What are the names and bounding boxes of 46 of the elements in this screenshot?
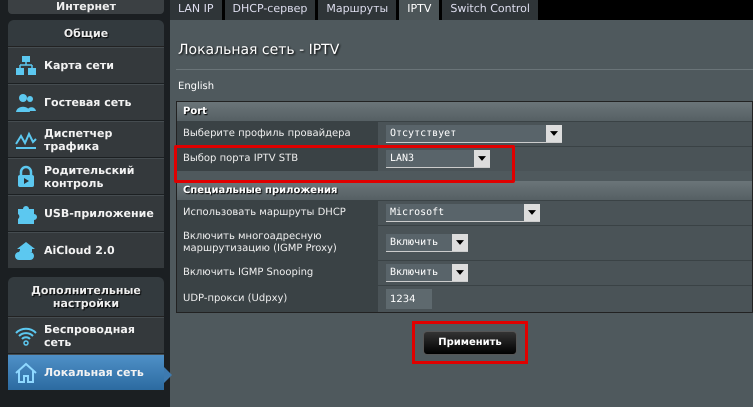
caret-icon: [528, 210, 536, 215]
menu-label: Родительский контроль: [44, 164, 136, 190]
sidebar-item[interactable]: AiCloud 2.0: [8, 232, 164, 269]
dropdown[interactable]: Включить: [386, 234, 468, 252]
sidebar-item[interactable]: Беспроводная сеть: [8, 317, 164, 354]
tab[interactable]: DHCP-сервер: [224, 0, 316, 20]
tab[interactable]: LAN IP: [170, 0, 222, 20]
section-header: Специальные приложения: [177, 181, 752, 200]
caret-icon: [478, 156, 486, 161]
sidebar-item[interactable]: Интернет: [8, 0, 164, 14]
sidebar-item[interactable]: Гостевая сеть: [8, 84, 164, 121]
sidebar-item[interactable]: Родительский контроль: [8, 158, 164, 195]
sidebar-item[interactable]: Диспетчер трафика: [8, 121, 164, 158]
menu-label: Беспроводная сеть: [44, 322, 136, 348]
menu-label: USB-приложение: [44, 207, 154, 220]
network-icon: [14, 54, 38, 78]
tab[interactable]: Switch Control: [442, 0, 538, 20]
apply-button[interactable]: Применить: [423, 330, 517, 354]
home-icon: [14, 360, 38, 384]
setting-label: Выбор порта IPTV STB: [177, 147, 378, 171]
menu-label: Карта сети: [44, 59, 114, 72]
sidebar-item[interactable]: Карта сети: [8, 47, 164, 84]
dropdown[interactable]: Отсутствует: [386, 125, 562, 143]
setting-label: UDP-прокси (Udpxy): [177, 286, 378, 312]
page-title: Локальная сеть - IPTV: [176, 20, 753, 70]
menu-label: AiCloud 2.0: [44, 244, 115, 257]
caret-icon: [456, 240, 464, 245]
dropdown[interactable]: LAN3: [386, 150, 490, 168]
sidebar-item[interactable]: USB-приложение: [8, 195, 164, 232]
section-header: Port: [177, 102, 752, 121]
setting-label: Использовать маршруты DHCP: [177, 201, 378, 225]
dropdown[interactable]: Включить: [386, 264, 468, 282]
input-field[interactable]: 1234: [386, 289, 432, 309]
menu-label: Диспетчер трафика: [44, 126, 114, 152]
menu-label: Гостевая сеть: [44, 96, 132, 109]
menu-label: Локальная сеть: [44, 366, 144, 379]
caret-icon: [550, 131, 558, 136]
dropdown[interactable]: Microsoft: [386, 204, 540, 222]
setting-label: Выберите профиль провайдера: [177, 122, 378, 146]
tab[interactable]: Маршруты: [318, 0, 396, 20]
tab[interactable]: IPTV: [399, 0, 440, 20]
caret-icon: [456, 270, 464, 275]
setting-label: Включить многоадресную маршрутизацию (IGMP Proxy): [177, 226, 378, 260]
setting-label: Включить IGMP Snooping: [177, 261, 378, 285]
menu-label: Интернет: [56, 1, 116, 13]
language-link[interactable]: English: [176, 70, 216, 101]
